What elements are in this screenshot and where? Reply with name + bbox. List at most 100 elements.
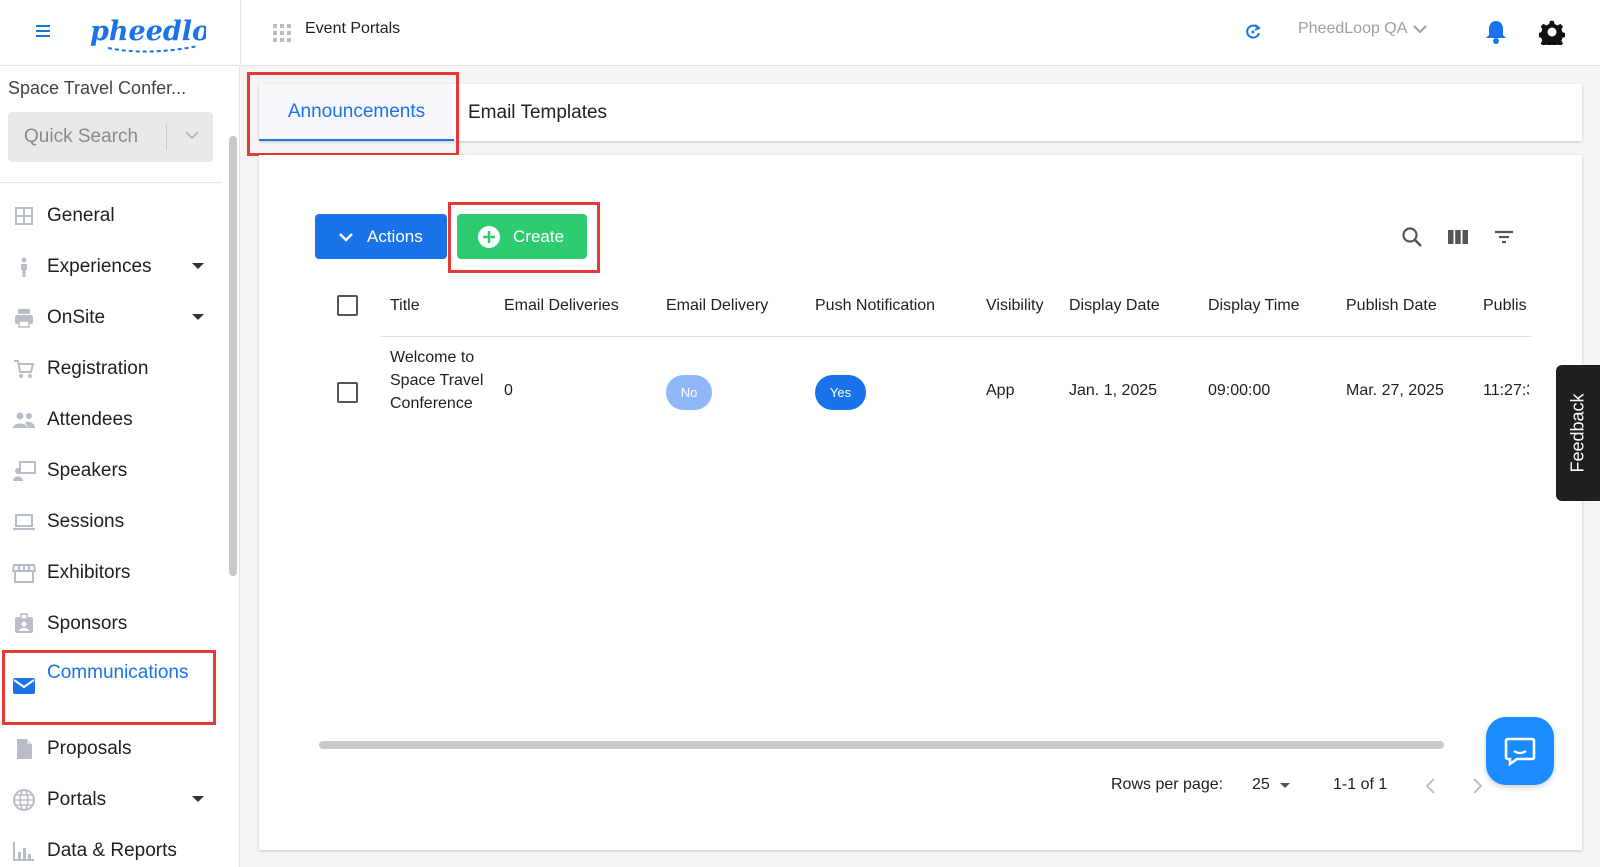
sidebar-item-label: General	[47, 204, 115, 226]
row-checkbox[interactable]	[337, 382, 358, 403]
cell-visibility: App	[986, 382, 1015, 399]
printer-icon	[15, 308, 33, 328]
cell-publish-date: Mar. 27, 2025	[1346, 382, 1444, 399]
filter-icon[interactable]	[1492, 225, 1516, 249]
cell-display-date: Jan. 1, 2025	[1069, 382, 1158, 399]
apps-grid-icon[interactable]	[273, 24, 291, 42]
column-header-display-time[interactable]: Display Time	[1208, 297, 1300, 315]
sidebar-scrollbar[interactable]	[229, 136, 237, 576]
sidebar-divider	[0, 182, 222, 183]
sidebar-item-sessions[interactable]: Sessions	[0, 496, 222, 547]
page-range-info: 1-1 of 1	[1333, 776, 1388, 793]
column-header-title[interactable]: Title	[390, 297, 420, 315]
caret-down-icon	[192, 314, 204, 320]
column-header-email-delivery[interactable]: Email Delivery	[666, 297, 768, 315]
table-header-row: Title Email Deliveries Email Delivery Pu…	[315, 275, 1582, 337]
feedback-tab[interactable]: Feedback	[1556, 365, 1600, 501]
sidebar-item-general[interactable]: General	[0, 190, 222, 241]
chevron-down-icon	[339, 232, 353, 242]
sidebar-item-onsite[interactable]: OnSite	[0, 292, 222, 343]
column-header-email-deliveries[interactable]: Email Deliveries	[504, 297, 619, 315]
top-bar: pheedloop Event Portals PheedLoop QA	[0, 0, 1600, 66]
organization-selector[interactable]: PheedLoop QA	[1298, 20, 1428, 38]
column-header-visibility[interactable]: Visibility	[986, 297, 1044, 315]
plus-circle-icon	[478, 225, 500, 248]
column-header-publish-time[interactable]: Publis	[1483, 297, 1529, 315]
sidebar-item-label: Registration	[47, 357, 149, 379]
table-horizontal-scrollbar[interactable]	[319, 741, 1444, 749]
table-row[interactable]: Welcome to Space Travel Conference 0 No …	[315, 337, 1582, 447]
sidebar-item-label: Speakers	[47, 459, 128, 481]
sidebar-item-label: Attendees	[47, 408, 133, 430]
column-header-push-notification[interactable]: Push Notification	[815, 297, 935, 315]
email-delivery-badge: No	[666, 375, 712, 410]
bar-chart-icon	[13, 841, 34, 861]
column-header-publish-date[interactable]: Publish Date	[1346, 297, 1437, 315]
store-icon	[12, 563, 36, 583]
event-portals-title[interactable]: Event Portals	[305, 20, 400, 38]
chevron-down-icon[interactable]	[184, 127, 200, 143]
sidebar-item-portals[interactable]: Portals	[0, 774, 222, 825]
rows-per-page-value: 25	[1252, 776, 1270, 793]
tab-announcements[interactable]: Announcements	[259, 84, 454, 141]
actions-button[interactable]: Actions	[315, 214, 447, 259]
notification-bell-icon[interactable]	[1484, 19, 1508, 45]
create-button[interactable]: Create	[457, 214, 587, 259]
grid-icon	[15, 206, 33, 225]
cell-display-time: 09:00:00	[1208, 382, 1271, 399]
sidebar: Space Travel Confer... Quick Search Gene…	[0, 66, 240, 867]
actions-label: Actions	[367, 226, 423, 246]
chat-support-button[interactable]	[1486, 717, 1554, 785]
tab-email-templates[interactable]: Email Templates	[468, 84, 607, 141]
people-icon	[13, 412, 35, 428]
sidebar-item-experiences[interactable]: Experiences	[0, 241, 222, 292]
rows-per-page-label: Rows per page:	[1111, 776, 1224, 793]
event-name[interactable]: Space Travel Confer...	[8, 78, 218, 99]
quick-search-select[interactable]: Quick Search	[8, 112, 213, 162]
caret-down-icon	[1279, 782, 1290, 788]
person-icon	[21, 257, 27, 277]
next-page-icon[interactable]	[1467, 775, 1487, 797]
sidebar-item-attendees[interactable]: Attendees	[0, 394, 222, 445]
globe-icon	[13, 788, 35, 811]
sidebar-item-data-reports[interactable]: Data & Reports	[0, 825, 222, 867]
tab-bar: Announcements Email Templates	[259, 84, 1582, 141]
sidebar-item-label: Exhibitors	[47, 561, 131, 583]
sidebar-item-speakers[interactable]: Speakers	[0, 445, 222, 496]
announcements-panel: Actions Create Title Email Deliveries Em…	[259, 155, 1582, 850]
pheedloop-logo[interactable]: pheedloop	[88, 10, 206, 54]
caret-down-icon	[192, 263, 204, 269]
sidebar-item-label: Experiences	[47, 255, 152, 277]
refresh-icon[interactable]	[1243, 22, 1263, 42]
create-label: Create	[513, 226, 565, 246]
chevron-down-icon	[1413, 25, 1428, 34]
previous-page-icon[interactable]	[1421, 775, 1441, 797]
organization-name: PheedLoop QA	[1298, 20, 1408, 37]
search-icon[interactable]	[1400, 225, 1424, 249]
select-all-checkbox[interactable]	[337, 295, 358, 316]
sidebar-item-label: Proposals	[47, 737, 132, 759]
settings-gear-icon[interactable]	[1539, 19, 1565, 45]
columns-icon[interactable]	[1446, 225, 1470, 249]
sidebar-item-label: Communications	[47, 662, 189, 683]
feedback-label: Feedback	[1567, 393, 1588, 473]
sidebar-item-label: Sessions	[47, 510, 125, 532]
cell-email-deliveries: 0	[504, 382, 513, 399]
sidebar-item-sponsors[interactable]: Sponsors	[0, 598, 222, 649]
cart-icon	[14, 359, 35, 378]
hamburger-menu-icon[interactable]	[32, 22, 54, 42]
presenter-icon	[13, 460, 36, 481]
cell-title: Welcome to Space Travel Conference	[390, 349, 484, 412]
quick-search-placeholder: Quick Search	[24, 126, 139, 147]
quick-search-separator	[166, 124, 167, 150]
sidebar-item-registration[interactable]: Registration	[0, 343, 222, 394]
sidebar-item-proposals[interactable]: Proposals	[0, 723, 222, 774]
pagination-bar: Rows per page: 25 1-1 of 1	[259, 767, 1582, 807]
envelope-icon	[13, 678, 35, 694]
sidebar-item-exhibitors[interactable]: Exhibitors	[0, 547, 222, 598]
rows-per-page-select[interactable]: 25	[1252, 776, 1290, 794]
column-header-display-date[interactable]: Display Date	[1069, 297, 1160, 315]
chat-bubble-icon	[1504, 737, 1536, 767]
sidebar-item-communications[interactable]: Communications	[0, 649, 222, 723]
badge-icon	[15, 612, 33, 633]
